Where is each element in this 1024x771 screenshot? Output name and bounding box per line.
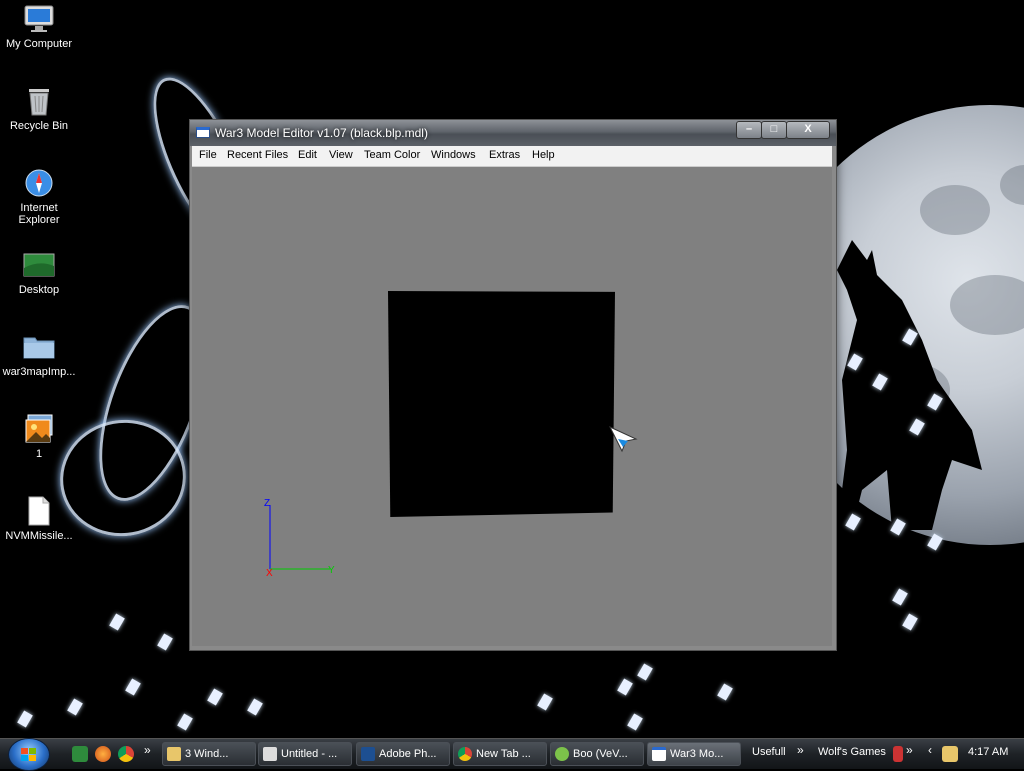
taskbar: » 3 Wind... Untitled - ... Adobe Ph... N… <box>0 738 1024 771</box>
menu-extras[interactable]: Extras <box>489 149 520 161</box>
desktop-icon-label: Desktop <box>18 284 60 296</box>
desktop-icon-desktop[interactable]: Desktop <box>0 249 78 296</box>
desktop-image-icon <box>23 249 55 281</box>
minimize-button[interactable]: – <box>736 121 762 139</box>
tray-app-icon[interactable] <box>893 746 903 762</box>
menu-recent-files[interactable]: Recent Files <box>227 149 288 161</box>
desktop-icon-label: 1 <box>35 448 43 460</box>
firefox-icon[interactable] <box>95 746 111 762</box>
taskbar-button-messenger[interactable]: Boo (VeV... <box>550 742 644 766</box>
menu-bar: File Recent Files Edit View Team Color W… <box>192 146 832 167</box>
menu-help[interactable]: Help <box>532 149 555 161</box>
model-viewport[interactable]: Z X Y <box>192 167 832 646</box>
chrome-icon <box>458 747 472 761</box>
window-title: War3 Model Editor v1.07 (black.blp.mdl) <box>215 126 428 140</box>
desktop-icon-label: Internet Explorer <box>18 202 60 226</box>
axis-gizmo: Z X Y <box>264 498 335 577</box>
desktop-icon-war3mapimp[interactable]: war3mapImp... <box>0 331 78 378</box>
desktop-icon-label: My Computer <box>5 38 73 50</box>
windows-logo-icon <box>21 748 36 761</box>
desktop-icon-recycle-bin[interactable]: Recycle Bin <box>0 85 78 132</box>
wolf-silhouette <box>837 240 982 530</box>
monitor-icon <box>23 3 55 35</box>
photoshop-icon <box>361 747 375 761</box>
toolbar-overflow-icon[interactable]: » <box>906 743 913 757</box>
war3-model-editor-window[interactable]: War3 Model Editor v1.07 (black.blp.mdl) … <box>189 119 837 651</box>
menu-edit[interactable]: Edit <box>298 149 317 161</box>
folder-icon <box>167 747 181 761</box>
compass-icon <box>23 167 55 199</box>
desktop-icon-internet-explorer[interactable]: Internet Explorer <box>0 167 78 226</box>
window-icon <box>196 127 210 138</box>
desktop-icon-1[interactable]: 1 <box>0 413 78 460</box>
menu-view[interactable]: View <box>329 149 353 161</box>
file-icon <box>23 495 55 527</box>
folder-icon <box>23 331 55 363</box>
maximize-button[interactable]: □ <box>761 121 787 139</box>
toolbar-usefull-overflow-icon[interactable]: » <box>797 743 804 757</box>
menu-windows[interactable]: Windows <box>431 149 476 161</box>
desktop-icon-label: Recycle Bin <box>9 120 69 132</box>
axis-y-label: Y <box>328 565 335 576</box>
axis-z-label: Z <box>264 498 270 509</box>
taskbar-button-chrome[interactable]: New Tab ... <box>453 742 547 766</box>
desktop-icon-label: war3mapImp... <box>2 366 76 378</box>
menu-team-color[interactable]: Team Color <box>364 149 420 161</box>
taskbar-button-photoshop[interactable]: Adobe Ph... <box>356 742 450 766</box>
desktop-icon-label: NVMMissile... <box>5 530 73 542</box>
taskbar-button-paint[interactable]: Untitled - ... <box>258 742 352 766</box>
taskbar-button-war3-model-editor[interactable]: War3 Mo... <box>647 742 741 766</box>
chrome-icon[interactable] <box>118 746 134 762</box>
tray-messenger-icon[interactable] <box>942 746 958 762</box>
start-button[interactable] <box>8 738 50 771</box>
toolbar-wolfs-games[interactable]: Wolf's Games <box>818 746 886 758</box>
window-titlebar[interactable]: War3 Model Editor v1.07 (black.blp.mdl) … <box>190 120 836 146</box>
clock[interactable]: 4:17 AM <box>968 746 1008 758</box>
desktop-icon-nvmmissile[interactable]: NVMMissile... <box>0 495 78 542</box>
close-button[interactable]: X <box>786 121 830 139</box>
photo-icon <box>23 413 55 445</box>
desktop-icon-my-computer[interactable]: My Computer <box>0 3 78 50</box>
toolbar-usefull[interactable]: Usefull <box>752 746 786 758</box>
menu-file[interactable]: File <box>199 149 217 161</box>
paint-icon <box>263 747 277 761</box>
axis-x-label: X <box>266 568 273 577</box>
tray-expand-icon[interactable]: ‹ <box>928 743 932 757</box>
messenger-icon <box>555 747 569 761</box>
taskbar-button-windows-explorer[interactable]: 3 Wind... <box>162 742 256 766</box>
model-plane <box>388 291 615 517</box>
quick-launch-overflow-icon[interactable]: » <box>144 743 151 757</box>
window-icon <box>652 747 666 761</box>
recycle-bin-icon <box>23 85 55 117</box>
show-desktop-icon[interactable] <box>72 746 88 762</box>
mouse-cursor-icon <box>608 425 638 453</box>
